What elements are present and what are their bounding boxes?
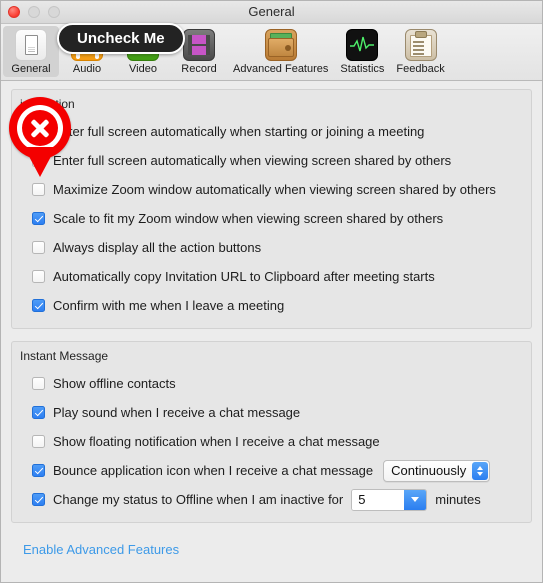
tab-advanced-features-label: Advanced Features: [233, 63, 329, 75]
checkbox-label: Show floating notification when I receiv…: [53, 434, 380, 449]
close-button[interactable]: [8, 6, 20, 18]
enable-advanced-features-link[interactable]: Enable Advanced Features: [23, 542, 179, 557]
checkbox-label: Enter full screen automatically when vie…: [53, 153, 452, 168]
checkbox-row[interactable]: Always display all the action buttons: [32, 233, 523, 262]
checkbox-row[interactable]: Enter full screen automatically when sta…: [32, 117, 523, 146]
checkbox-row[interactable]: Automatically copy Invitation URL to Cli…: [32, 262, 523, 291]
clipboard-icon: [404, 29, 437, 61]
chevron-updown-icon: [472, 461, 489, 480]
preferences-content: ing Option Enter full screen automatical…: [1, 81, 542, 559]
checkbox-play-sound[interactable]: [32, 406, 45, 419]
tab-statistics[interactable]: Statistics: [334, 26, 390, 77]
checkbox-row[interactable]: Maximize Zoom window automatically when …: [32, 175, 523, 204]
checkbox-row[interactable]: Show offline contacts: [32, 369, 523, 398]
preferences-window: General General Audio Video Record Advan…: [0, 0, 543, 583]
checkbox-label: Enter full screen automatically when sta…: [53, 124, 425, 139]
tab-advanced-features[interactable]: Advanced Features: [227, 26, 334, 77]
tab-feedback[interactable]: Feedback: [390, 26, 450, 77]
section-instant-message: Instant Message Show offline contacts Pl…: [11, 341, 532, 523]
general-icon: [15, 29, 47, 61]
chevron-down-icon[interactable]: [404, 489, 427, 510]
annotation-bubble: Uncheck Me: [57, 23, 185, 54]
window-controls: [8, 6, 60, 18]
checkbox-show-offline-contacts[interactable]: [32, 377, 45, 390]
tab-statistics-label: Statistics: [340, 63, 385, 75]
section-meeting-option: ing Option Enter full screen automatical…: [11, 89, 532, 329]
checkbox-row[interactable]: Change my status to Offline when I am in…: [32, 485, 523, 514]
checkbox-label: Confirm with me when I leave a meeting: [53, 298, 285, 313]
checkbox-label: Automatically copy Invitation URL to Cli…: [53, 269, 435, 284]
checkbox-row[interactable]: Enter full screen automatically when vie…: [32, 146, 523, 175]
checkbox-change-status-offline[interactable]: [32, 493, 45, 506]
checkbox-bounce-icon[interactable]: [32, 464, 45, 477]
title-bar: General: [1, 1, 542, 24]
record-icon: [183, 29, 215, 61]
window-title: General: [248, 4, 295, 19]
checkbox-maximize-window[interactable]: [32, 183, 45, 196]
maximize-button[interactable]: [48, 6, 60, 18]
tab-general-label: General: [11, 63, 51, 75]
inactive-minutes-combobox[interactable]: 5: [351, 488, 428, 511]
tab-general[interactable]: General: [3, 26, 59, 77]
checkbox-label: Always display all the action buttons: [53, 240, 262, 255]
checkbox-label: Play sound when I receive a chat message: [53, 405, 301, 420]
wallet-icon: [264, 29, 297, 61]
checkbox-label: Show offline contacts: [53, 376, 176, 391]
inactive-minutes-suffix: minutes: [435, 492, 481, 507]
tab-video-label: Video: [129, 63, 157, 75]
checkbox-confirm-leave-meeting[interactable]: [32, 299, 45, 312]
section-meeting-option-title: ing Option: [20, 97, 75, 111]
checkbox-enter-fullscreen-start[interactable]: [32, 125, 45, 138]
tab-record-label: Record: [181, 63, 217, 75]
footer: Enable Advanced Features: [11, 535, 532, 559]
checkbox-floating-notification[interactable]: [32, 435, 45, 448]
checkbox-scale-to-fit[interactable]: [32, 212, 45, 225]
tab-audio-label: Audio: [72, 63, 102, 75]
section-instant-message-title: Instant Message: [20, 349, 109, 363]
checkbox-label: Bounce application icon when I receive a…: [53, 463, 374, 478]
checkbox-label: Change my status to Offline when I am in…: [53, 492, 344, 507]
checkbox-row[interactable]: Bounce application icon when I receive a…: [32, 456, 523, 485]
checkbox-always-display-actions[interactable]: [32, 241, 45, 254]
checkbox-label: Maximize Zoom window automatically when …: [53, 182, 496, 197]
inactive-minutes-value[interactable]: 5: [352, 489, 405, 510]
bounce-frequency-select[interactable]: Continuously: [383, 459, 491, 482]
tab-feedback-label: Feedback: [396, 63, 445, 75]
waveform-icon: [346, 29, 379, 61]
checkbox-row[interactable]: Scale to fit my Zoom window when viewing…: [32, 204, 523, 233]
minimize-button[interactable]: [28, 6, 40, 18]
checkbox-row[interactable]: Confirm with me when I leave a meeting: [32, 291, 523, 320]
checkbox-copy-invitation-url[interactable]: [32, 270, 45, 283]
checkbox-row[interactable]: Play sound when I receive a chat message: [32, 398, 523, 427]
bounce-frequency-value: Continuously: [391, 463, 467, 478]
checkbox-label: Scale to fit my Zoom window when viewing…: [53, 211, 444, 226]
checkbox-enter-fullscreen-shared[interactable]: [32, 154, 45, 167]
checkbox-row[interactable]: Show floating notification when I receiv…: [32, 427, 523, 456]
